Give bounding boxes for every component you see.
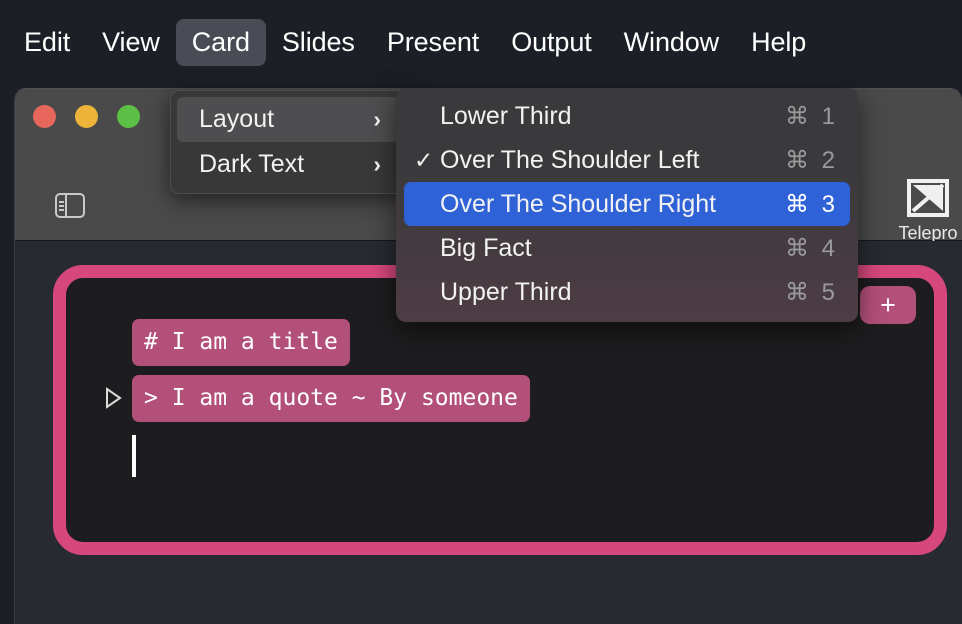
submenu-item-label: Lower Third [440,101,572,130]
submenu-item-label: Big Fact [440,233,532,262]
markdown-lines: # I am a title > I am a quote ~ By someo… [94,318,530,482]
submenu-item-over-the-shoulder-left[interactable]: ✓ Over The Shoulder Left ⌘ 2 [404,138,850,182]
menubar-item-present[interactable]: Present [371,19,495,66]
close-button[interactable] [33,105,56,128]
sidebar-toggle-icon [55,193,85,218]
menubar-item-edit[interactable]: Edit [8,19,86,66]
text-caret [132,435,136,477]
minimize-button[interactable] [75,105,98,128]
submenu-item-lower-third[interactable]: Lower Third ⌘ 1 [404,94,850,138]
line-gutter [94,387,132,409]
submenu-item-shortcut: ⌘ 5 [784,278,838,306]
sidebar-toggle-button[interactable] [55,193,85,218]
submenu-item-upper-third[interactable]: Upper Third ⌘ 5 [404,270,850,314]
submenu-item-shortcut: ⌘ 4 [784,234,838,262]
menubar-item-view[interactable]: View [86,19,176,66]
markdown-line[interactable]: # I am a title [94,318,530,366]
menu-item-dark-text[interactable]: Dark Text › [177,142,399,187]
screen-root: Edit View Card Slides Present Output Win… [0,0,962,624]
sidebar-icon-line [58,208,64,211]
submenu-item-label: Over The Shoulder Left [440,145,700,174]
teleprompter-toolbar-button[interactable]: Telepro [882,177,962,244]
menu-item-label: Dark Text [199,150,305,178]
menu-bar: Edit View Card Slides Present Output Win… [0,0,962,84]
menu-item-layout[interactable]: Layout › [177,97,399,142]
card-menu-panel: Layout › Dark Text › [170,90,406,194]
sidebar-icon-line [58,204,64,207]
chevron-right-icon: › [373,151,381,177]
title-line-text[interactable]: # I am a title [132,318,350,366]
menubar-item-window[interactable]: Window [608,19,735,66]
menubar-item-help[interactable]: Help [735,19,822,66]
menubar-item-card[interactable]: Card [175,18,266,66]
submenu-item-shortcut: ⌘ 3 [784,190,838,218]
traffic-light-group [33,105,140,128]
teleprompter-icon [907,179,949,217]
submenu-item-over-the-shoulder-right[interactable]: Over The Shoulder Right ⌘ 3 [404,182,850,226]
zoom-button[interactable] [117,105,140,128]
submenu-item-label: Upper Third [440,277,572,306]
add-card-button[interactable]: + [860,286,916,324]
markdown-line-empty[interactable] [94,430,530,482]
submenu-item-shortcut: ⌘ 1 [784,102,838,130]
play-triangle-icon[interactable] [104,387,122,409]
layout-submenu-panel: Lower Third ⌘ 1 ✓ Over The Shoulder Left… [396,88,858,322]
submenu-item-shortcut: ⌘ 2 [784,146,838,174]
quote-line-text[interactable]: > I am a quote ~ By someone [132,374,530,422]
chevron-right-icon: › [373,106,381,132]
sidebar-icon-panel [57,195,67,216]
menubar-item-slides[interactable]: Slides [266,19,371,66]
markdown-line[interactable]: > I am a quote ~ By someone [94,374,530,422]
submenu-item-big-fact[interactable]: Big Fact ⌘ 4 [404,226,850,270]
menubar-item-output[interactable]: Output [495,19,607,66]
sidebar-icon-line [58,200,64,203]
checkmark-icon: ✓ [414,146,434,173]
submenu-item-label: Over The Shoulder Right [440,189,717,218]
menu-item-label: Layout [199,105,275,133]
